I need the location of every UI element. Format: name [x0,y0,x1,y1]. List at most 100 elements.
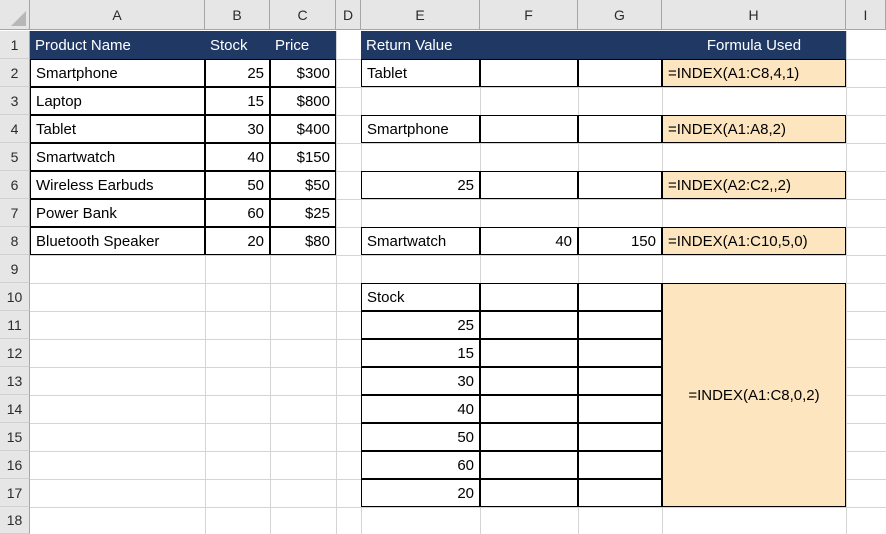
array-value-cell[interactable]: 50 [361,423,480,451]
array-block-f[interactable] [480,283,578,311]
array-value-cell[interactable]: 30 [361,367,480,395]
spill-cell-f[interactable] [480,59,578,87]
array-block-f[interactable] [480,311,578,339]
product-name-cell[interactable]: Tablet [30,115,205,143]
return-value-cell[interactable]: Smartphone [361,115,480,143]
product-stock-text: 50 [247,176,264,194]
product-price-cell[interactable]: $80 [270,227,336,255]
row-header-16[interactable]: 16 [0,451,30,479]
row-header-8[interactable]: 8 [0,227,30,255]
row-header-17[interactable]: 17 [0,479,30,507]
array-value-cell[interactable]: 25 [361,311,480,339]
array-block-g[interactable] [578,395,662,423]
row-header-9[interactable]: 9 [0,255,30,283]
header-stock[interactable]: Stock [205,31,270,59]
return-value-cell[interactable]: 25 [361,171,480,199]
array-block-g[interactable] [578,479,662,507]
product-price-text: $25 [304,204,330,222]
column-header-d[interactable]: D [336,0,361,30]
spill-cell-f[interactable] [480,115,578,143]
array-block-f[interactable] [480,423,578,451]
array-block-f[interactable] [480,339,578,367]
row-header-10[interactable]: 10 [0,283,30,311]
product-price-cell[interactable]: $300 [270,59,336,87]
row-header-18[interactable]: 18 [0,507,30,534]
spill-cell-f[interactable] [480,171,578,199]
header-stock-label: Stock [210,36,248,54]
product-name-cell[interactable]: Smartwatch [30,143,205,171]
array-block-g[interactable] [578,339,662,367]
product-stock-cell[interactable]: 20 [205,227,270,255]
product-stock-cell[interactable]: 50 [205,171,270,199]
product-stock-cell[interactable]: 25 [205,59,270,87]
array-block-g[interactable] [578,423,662,451]
row-header-1[interactable]: 1 [0,31,30,59]
product-stock-cell[interactable]: 15 [205,87,270,115]
row-header-11[interactable]: 11 [0,311,30,339]
product-name-cell[interactable]: Bluetooth Speaker [30,227,205,255]
array-value-cell[interactable]: 15 [361,339,480,367]
row-header-label: 12 [6,344,23,361]
column-header-i[interactable]: I [846,0,886,30]
select-all-button[interactable] [0,0,30,30]
column-header-h[interactable]: H [662,0,846,30]
array-block-g[interactable] [578,311,662,339]
product-name-text: Bluetooth Speaker [36,232,160,250]
product-name-cell[interactable]: Laptop [30,87,205,115]
return-value-cell[interactable]: Tablet [361,59,480,87]
row-header-5[interactable]: 5 [0,143,30,171]
spill-cell-g[interactable]: 150 [578,227,662,255]
row-header-12[interactable]: 12 [0,339,30,367]
product-price-cell[interactable]: $50 [270,171,336,199]
row-header-15[interactable]: 15 [0,423,30,451]
spreadsheet-grid[interactable]: ABCDEFGHI 1 2 3 4 5 6 7 8 9 10 11 12 13 14 15 16 17 18 Pr… [0,0,886,534]
row-header-14[interactable]: 14 [0,395,30,423]
spill-cell-g[interactable] [578,171,662,199]
column-header-a[interactable]: A [30,0,205,30]
formula-cell[interactable]: =INDEX(A1:C8,4,1) [662,59,846,87]
column-header-f[interactable]: F [480,0,578,30]
row-header-13[interactable]: 13 [0,367,30,395]
formula-cell[interactable]: =INDEX(A2:C2,,2) [662,171,846,199]
array-value-cell[interactable]: 60 [361,451,480,479]
array-block-f[interactable] [480,451,578,479]
row-header-3[interactable]: 3 [0,87,30,115]
array-block-header[interactable]: Stock [361,283,480,311]
row-header-6[interactable]: 6 [0,171,30,199]
product-price-cell[interactable]: $400 [270,115,336,143]
product-price-cell[interactable]: $25 [270,199,336,227]
product-name-cell[interactable]: Wireless Earbuds [30,171,205,199]
product-price-cell[interactable]: $800 [270,87,336,115]
array-block-g[interactable] [578,283,662,311]
spill-cell-g[interactable] [578,59,662,87]
column-header-b[interactable]: B [205,0,270,30]
return-value-cell[interactable]: Smartwatch [361,227,480,255]
array-block-f[interactable] [480,367,578,395]
array-block-f[interactable] [480,395,578,423]
product-price-cell[interactable]: $150 [270,143,336,171]
product-name-cell[interactable]: Smartphone [30,59,205,87]
row-header-7[interactable]: 7 [0,199,30,227]
spill-cell-f[interactable]: 40 [480,227,578,255]
formula-cell[interactable]: =INDEX(A1:C10,5,0) [662,227,846,255]
array-block-g[interactable] [578,367,662,395]
header-product-name[interactable]: Product Name [30,31,205,59]
header-price[interactable]: Price [270,31,336,59]
product-stock-cell[interactable]: 40 [205,143,270,171]
array-block-g[interactable] [578,451,662,479]
column-header-g[interactable]: G [578,0,662,30]
row-header-2[interactable]: 2 [0,59,30,87]
formula-cell[interactable]: =INDEX(A1:A8,2) [662,115,846,143]
spill-cell-g[interactable] [578,115,662,143]
array-value-cell[interactable]: 40 [361,395,480,423]
column-header-e[interactable]: E [361,0,480,30]
product-name-cell[interactable]: Power Bank [30,199,205,227]
array-value-cell[interactable]: 20 [361,479,480,507]
array-formula-cell[interactable]: =INDEX(A1:C8,0,2) [662,283,846,507]
product-stock-cell[interactable]: 60 [205,199,270,227]
product-stock-cell[interactable]: 30 [205,115,270,143]
column-header-c[interactable]: C [270,0,336,30]
row-header-4[interactable]: 4 [0,115,30,143]
row-header-label: 9 [10,260,19,277]
array-block-f[interactable] [480,479,578,507]
